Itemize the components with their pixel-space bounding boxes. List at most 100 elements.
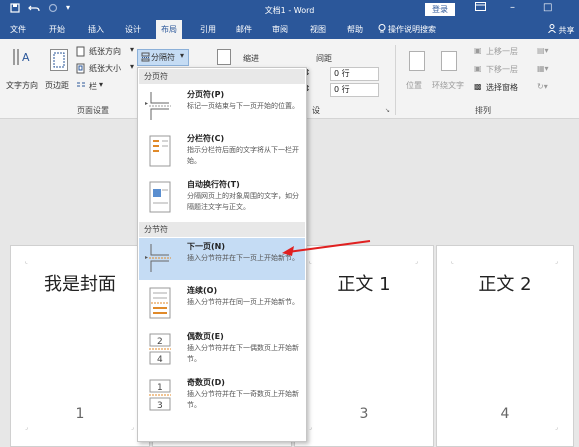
menu-item-text-wrapping-break[interactable]: 自动换行符(T) 分隔网页上的对象周围的文字，如分隔题注文字与正文。	[139, 176, 305, 222]
breaks-label: 分隔符	[151, 53, 175, 62]
rotate-icon[interactable]: ↻▾	[537, 82, 548, 91]
menu-item-title: 自动换行符(T)	[187, 180, 240, 189]
size-icon	[76, 63, 86, 76]
corner-mark: ⌞	[309, 258, 312, 265]
menu-item-odd-page[interactable]: 13 奇数页(D) 插入分节符并在下一奇数页上开始新节。	[139, 374, 305, 420]
page-4[interactable]: 正文 2 4 ⌞ ⌟ ⌟	[436, 245, 574, 447]
svg-text:4: 4	[157, 355, 163, 365]
corner-mark: ⌞	[451, 258, 454, 265]
menu-item-column-break[interactable]: 分栏符(C) 指示分栏符后面的文字将从下一栏开始。	[139, 130, 305, 174]
tab-design[interactable]: 设计	[125, 24, 141, 35]
tab-help[interactable]: 帮助	[347, 24, 363, 35]
orientation-icon	[76, 46, 86, 59]
corner-mark: ⌟	[25, 424, 28, 431]
page-number: 4	[500, 406, 510, 422]
svg-text:2: 2	[157, 337, 163, 347]
menu-item-title: 分栏符(C)	[187, 134, 225, 143]
column-break-icon	[149, 135, 171, 167]
tab-insert[interactable]: 插入	[88, 24, 104, 35]
corner-mark: ⌟	[415, 258, 418, 265]
page-number: 3	[359, 406, 369, 422]
minimize-icon[interactable]: –	[510, 2, 515, 13]
corner-mark: ⌟	[131, 424, 134, 431]
spacing-label: 间距	[316, 54, 332, 63]
tab-view[interactable]: 视图	[310, 24, 326, 35]
group-divider	[395, 45, 396, 115]
menu-item-title: 奇数页(D)	[187, 378, 225, 387]
paragraph-dialog-launcher-icon[interactable]: ↘	[385, 107, 390, 114]
tab-review[interactable]: 审阅	[272, 24, 288, 35]
orientation-dropdown-icon[interactable]: ▾	[130, 45, 134, 54]
send-backward-icon: ▣	[474, 64, 482, 73]
menu-item-page-break[interactable]: ▸ 分页符(P) 标记一页结束与下一页开始的位置。	[139, 86, 305, 126]
breaks-dropdown-menu: 分页符 ▸ 分页符(P) 标记一页结束与下一页开始的位置。 分栏符(C) 指示分…	[137, 67, 307, 442]
columns-dropdown-icon[interactable]: ▾	[99, 80, 103, 89]
ribbon-display-options-icon[interactable]	[475, 2, 486, 14]
tab-file[interactable]: 文件	[10, 24, 26, 35]
person-icon	[548, 24, 559, 35]
menu-item-desc: 插入分节符并在下一页上开始新节。	[187, 254, 299, 262]
menu-item-title: 分页符(P)	[187, 90, 225, 99]
bring-forward-icon: ▣	[474, 46, 482, 55]
page-3[interactable]: 正文 1 3 ⌞ ⌟ ⌟	[294, 245, 434, 447]
svg-text:3: 3	[157, 401, 163, 411]
menu-item-title: 下一页(N)	[187, 242, 226, 251]
align-icon[interactable]: ▤▾	[537, 46, 549, 55]
login-button[interactable]: 登录	[425, 3, 455, 16]
spacing-before-input[interactable]: 0 行	[330, 67, 379, 81]
menu-item-even-page[interactable]: 24 偶数页(E) 插入分节符并在下一偶数页上开始新节。	[139, 328, 305, 372]
send-backward-button[interactable]: 下移一层	[486, 64, 518, 75]
orientation-button[interactable]: 纸张方向	[89, 46, 121, 57]
maximize-icon[interactable]: □	[543, 2, 552, 13]
size-button[interactable]: 纸张大小	[89, 63, 121, 74]
share-button[interactable]: 共享	[548, 24, 575, 36]
svg-text:1: 1	[157, 383, 163, 393]
group-icon[interactable]: ▦▾	[537, 64, 549, 73]
indent-icon	[217, 49, 231, 65]
tell-me-search[interactable]: 操作说明搜索	[388, 24, 436, 35]
margins-button[interactable]: 页边距	[45, 80, 69, 91]
page-number: 1	[75, 406, 85, 422]
menu-item-next-page[interactable]: ▸ 下一页(N) 插入分节符并在下一页上开始新节。	[139, 238, 305, 280]
page-heading: 正文 2	[478, 274, 532, 295]
arrange-group-label: 排列	[475, 106, 491, 115]
section-header-section-breaks: 分节符	[139, 222, 305, 237]
margins-icon	[50, 49, 68, 71]
lightbulb-icon	[378, 24, 386, 36]
paragraph-group-label: 设	[312, 106, 320, 115]
corner-mark: ⌟	[309, 424, 312, 431]
menu-item-desc: 插入分节符并在同一页上开始新节。	[187, 298, 299, 306]
text-direction-button[interactable]: 文字方向	[6, 80, 38, 91]
tab-home[interactable]: 开始	[49, 24, 65, 35]
svg-text:A: A	[22, 51, 30, 64]
page-break-icon	[149, 90, 171, 122]
text-wrapping-break-icon	[149, 181, 171, 213]
wrap-text-button[interactable]: 环绕文字	[432, 80, 464, 91]
selection-pane-button[interactable]: 选择窗格	[486, 82, 518, 93]
breaks-dropdown-icon: ▾	[180, 51, 185, 60]
page-1[interactable]: 我是封面 1 ⌞ ⌟ ⌟	[10, 245, 150, 447]
cursor-marker-icon: ▸	[145, 254, 149, 261]
menu-item-desc: 插入分节符并在下一偶数页上开始新节。	[187, 344, 299, 363]
tab-mailings[interactable]: 邮件	[236, 24, 252, 35]
tab-layout[interactable]: 布局	[156, 20, 182, 39]
selection-pane-icon: ▩	[474, 82, 482, 91]
section-header-page-breaks: 分页符	[139, 69, 305, 84]
size-dropdown-icon[interactable]: ▾	[130, 62, 134, 71]
columns-button[interactable]: 栏	[89, 81, 97, 92]
tab-references[interactable]: 引用	[200, 24, 216, 35]
menu-item-title: 连续(O)	[187, 286, 218, 295]
share-label: 共享	[558, 26, 575, 35]
bring-forward-button[interactable]: 上移一层	[486, 46, 518, 57]
indent-label: 缩进	[243, 54, 259, 63]
breaks-button[interactable]: 分隔符 ▾	[137, 49, 189, 66]
odd-page-section-break-icon: 13	[149, 379, 171, 411]
corner-mark: ⌟	[555, 258, 558, 265]
position-button[interactable]: 位置	[406, 80, 422, 91]
menu-item-desc: 标记一页结束与下一页开始的位置。	[187, 102, 299, 110]
title-bar: ▾ 文档1 - Word 登录 – □	[0, 0, 579, 20]
spacing-after-input[interactable]: 0 行	[330, 83, 379, 97]
columns-icon	[76, 81, 86, 93]
page-heading: 我是封面	[44, 274, 116, 295]
menu-item-continuous[interactable]: 连续(O) 插入分节符并在同一页上开始新节。	[139, 282, 305, 326]
